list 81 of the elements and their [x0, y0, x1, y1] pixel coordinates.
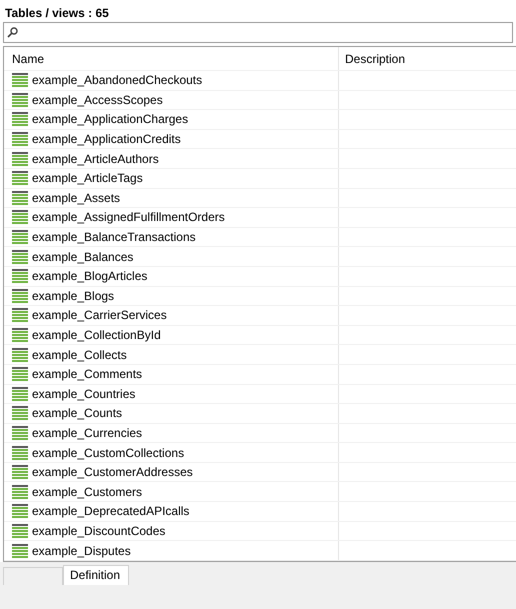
table-name: example_CollectionById: [32, 327, 161, 344]
table-row[interactable]: example_Countries: [4, 384, 516, 404]
table-icon: [12, 426, 28, 440]
column-header[interactable]: Name: [4, 47, 339, 70]
table-icon: [12, 348, 28, 362]
table-name: example_Blogs: [32, 288, 114, 305]
search-field[interactable]: [3, 22, 513, 43]
table-name: example_CarrierServices: [32, 307, 167, 324]
panel-title: Tables / views : 65: [4, 5, 110, 22]
search-icon: [7, 27, 18, 38]
table-row[interactable]: example_ArticleAuthors: [4, 149, 516, 169]
table-row[interactable]: example_CustomCollections: [4, 443, 516, 463]
table-name: example_Collects: [32, 346, 127, 364]
table-name: example_ApplicationCredits: [32, 131, 181, 148]
table-icon: [12, 328, 28, 342]
table-icon: [12, 524, 28, 538]
table-name: example_BalanceTransactions: [32, 229, 196, 246]
table-icon: [12, 308, 28, 322]
table-row[interactable]: example_CustomerAddresses: [4, 462, 516, 482]
table-name: example_DiscountCodes: [32, 522, 166, 540]
table-row[interactable]: example_Currencies: [4, 424, 516, 444]
table-icon: [12, 250, 28, 264]
table-icon: [12, 230, 28, 244]
table-name: example_DeprecatedAPIcalls: [32, 503, 190, 520]
table-name: example_AbandonedCheckouts: [32, 72, 202, 90]
table-name: example_Disputes: [32, 542, 131, 560]
table-icon: [12, 132, 28, 146]
table-icon: [12, 171, 28, 186]
table-row[interactable]: example_DeprecatedAPIcalls: [4, 502, 516, 522]
table-row[interactable]: example_ApplicationCredits: [4, 130, 516, 150]
table-icon: [12, 190, 28, 205]
table-row[interactable]: example_AccessScopes: [4, 90, 516, 110]
column-header[interactable]: Description: [339, 47, 516, 70]
table-icon: [12, 386, 28, 401]
table-icon: [12, 465, 28, 480]
table-row[interactable]: example_AssignedFulfillmentOrders: [4, 208, 516, 228]
table-name: example_AccessScopes: [32, 92, 163, 109]
table-name: example_BlogArticles: [32, 268, 148, 286]
table-row[interactable]: example_Disputes: [4, 541, 516, 561]
table-row[interactable]: example_BalanceTransactions: [4, 228, 516, 248]
table-row[interactable]: example_DiscountCodes: [4, 522, 516, 542]
table-name: example_CustomerAddresses: [32, 464, 193, 482]
table-row[interactable]: example_Comments: [4, 364, 516, 384]
table-row[interactable]: example_CollectionById: [4, 326, 516, 346]
table-name: example_Currencies: [32, 424, 142, 442]
table-row[interactable]: example_CarrierServices: [4, 306, 516, 326]
table-row[interactable]: example_Counts: [4, 404, 516, 424]
table-icon: [12, 73, 28, 88]
bottom-tab[interactable]: Definition: [63, 564, 129, 585]
table-name: example_ArticleAuthors: [32, 150, 159, 168]
table-icon: [12, 112, 28, 126]
table-name: example_AssignedFulfillmentOrders: [32, 209, 225, 226]
table-row[interactable]: example_Customers: [4, 482, 516, 502]
table-row[interactable]: example_BlogArticles: [4, 266, 516, 287]
table-row[interactable]: example_Collects: [4, 345, 516, 365]
table-row[interactable]: example_AbandonedCheckouts: [4, 71, 516, 91]
table-icon: [12, 269, 28, 284]
table-icon: [12, 446, 28, 460]
table-icon: [12, 406, 28, 420]
table-name: example_ArticleTags: [32, 170, 143, 188]
table-row[interactable]: example_Blogs: [4, 286, 516, 306]
table-icon: [12, 152, 28, 166]
table-name: example_Comments: [32, 366, 142, 384]
table-icon: [12, 92, 28, 107]
table-name: example_Customers: [32, 484, 142, 501]
table-name: example_Assets: [32, 190, 120, 207]
table-name: example_Countries: [32, 386, 136, 403]
table-name: example_ApplicationCharges: [32, 111, 188, 128]
table-icon: [12, 544, 28, 558]
table-name: example_Balances: [32, 248, 134, 266]
table-icon: [12, 288, 28, 303]
table-icon: [12, 484, 28, 499]
table-icon: [12, 504, 28, 518]
table-row[interactable]: example_ApplicationCharges: [4, 110, 516, 130]
table-row[interactable]: example_Balances: [4, 247, 516, 267]
table-name: example_CustomCollections: [32, 444, 184, 462]
table-icon: [12, 210, 28, 224]
table-name: example_Counts: [32, 405, 122, 422]
table-row[interactable]: example_ArticleTags: [4, 168, 516, 189]
table-icon: [12, 367, 28, 382]
table-row[interactable]: example_Assets: [4, 188, 516, 208]
